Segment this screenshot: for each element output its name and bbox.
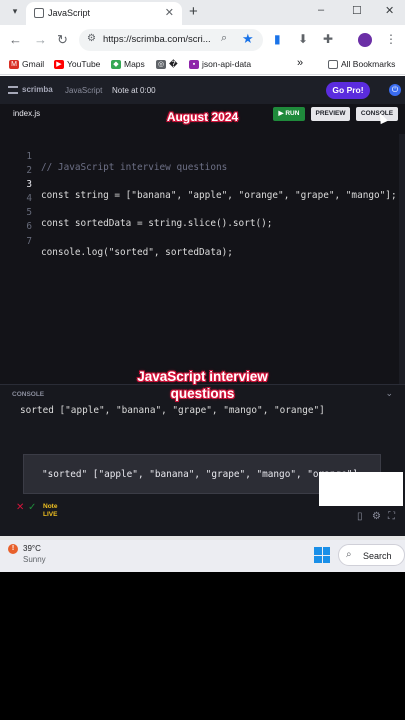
extension-icon[interactable]: ▮: [274, 32, 281, 46]
live-label: LIVE: [43, 511, 58, 518]
globe-icon: ◎: [156, 60, 166, 69]
search-icon: ⌕: [346, 549, 352, 560]
bookmark-label: Gmail: [22, 59, 45, 69]
zoom-icon[interactable]: ⌕: [221, 32, 227, 45]
more-bookmarks-icon[interactable]: »: [297, 57, 303, 69]
tab-strip: ▾ JavaScript ✕ + – ☐ ✕: [0, 0, 405, 25]
power-icon[interactable]: ⏻: [389, 84, 401, 96]
scrimba-app: scrimba JavaScript Note at 0:00 Go Pro! …: [0, 76, 405, 536]
weather-temperature[interactable]: 39°C: [23, 544, 41, 553]
scrimba-logo[interactable]: scrimba: [8, 85, 53, 94]
code-line: 4: [0, 182, 405, 204]
close-icon[interactable]: ✕: [16, 502, 24, 513]
maps-icon: ◆: [111, 59, 121, 69]
video-overlay-title-line-1: JavaScript interview: [137, 369, 268, 384]
code-text: console.log("sorted", sortedData);: [41, 247, 233, 258]
bookmark-label: YouTube: [67, 59, 101, 69]
code-line: 5 const sortedData = string.slice().sort…: [0, 196, 405, 229]
extensions-puzzle-icon[interactable]: ✚: [323, 32, 333, 46]
browser-tab[interactable]: JavaScript ✕: [26, 2, 182, 25]
video-overlay-date: August 2024: [166, 110, 239, 124]
bookmark-icon: ▪: [189, 59, 199, 69]
windows-taskbar: ! 39°C Sunny ⌕ Search: [0, 540, 405, 572]
maximize-button[interactable]: ☐: [352, 4, 362, 17]
check-icon[interactable]: ✓: [28, 502, 36, 513]
gear-icon[interactable]: ⚙: [372, 511, 381, 522]
tab-search-icon[interactable]: ▾: [9, 5, 21, 17]
bookmark-star-icon[interactable]: ★: [242, 31, 254, 47]
bookmark-globe[interactable]: ◎ �: [156, 59, 178, 70]
new-tab-button[interactable]: +: [189, 3, 198, 20]
line-number: 7: [26, 236, 32, 247]
bookmarks-bar: M Gmail ▶ YouTube ◆ Maps ◎ � ▪ json-api-…: [0, 55, 405, 75]
bookmark-label: Maps: [124, 59, 145, 69]
code-line: 3 const string = ["banana", "apple", "or…: [0, 168, 405, 201]
scrimba-logo-icon: [8, 85, 18, 94]
all-bookmarks[interactable]: All Bookmarks: [328, 59, 395, 69]
tab-title: JavaScript: [48, 8, 91, 18]
bookmark-label: json-api-data: [202, 59, 252, 69]
screen: ▾ JavaScript ✕ + – ☐ ✕ ← → ↻ ⚙ https://s…: [0, 0, 405, 572]
close-window-button[interactable]: ✕: [385, 4, 394, 17]
fullscreen-icon[interactable]: ⛶: [388, 511, 395, 522]
address-bar[interactable]: ⚙ https://scrimba.com/scri... ⌕ ★: [79, 29, 263, 51]
app-topbar: scrimba JavaScript Note at 0:00 Go Pro! …: [0, 76, 405, 104]
youtube-icon: ▶: [54, 59, 64, 69]
forward-button[interactable]: →: [34, 32, 47, 47]
note-label: Note: [43, 503, 58, 510]
taskbar-search[interactable]: ⌕ Search: [338, 544, 405, 566]
bookmark-json-api-data[interactable]: ▪ json-api-data: [189, 59, 251, 69]
menu-kebab-icon[interactable]: ⋮: [385, 32, 397, 46]
bookmark-icon[interactable]: ▯: [357, 511, 363, 522]
note-live-badge[interactable]: Note LIVE: [43, 503, 57, 519]
download-icon[interactable]: ⬇: [298, 32, 308, 46]
all-bookmarks-label: All Bookmarks: [341, 59, 396, 69]
code-editor[interactable]: 1 // JavaScript interview questions 2 3 …: [0, 134, 405, 384]
bookmark-label: �: [169, 59, 178, 69]
go-pro-button[interactable]: Go Pro!: [326, 82, 370, 99]
bookmark-gmail[interactable]: M Gmail: [9, 59, 44, 69]
tab-favicon-icon: [34, 8, 44, 18]
profile-avatar[interactable]: [358, 33, 372, 47]
console-output: sorted ["apple", "banana", "grape", "man…: [20, 405, 325, 416]
breadcrumb-course[interactable]: JavaScript: [65, 86, 102, 95]
search-label: Search: [363, 551, 392, 561]
site-info-icon[interactable]: ⚙: [87, 33, 96, 44]
minimize-button[interactable]: –: [318, 4, 324, 16]
editor-scrollbar[interactable]: [399, 134, 405, 384]
brand-name: scrimba: [22, 85, 53, 94]
weather-condition[interactable]: Sunny: [23, 555, 46, 564]
back-button[interactable]: ←: [9, 32, 22, 47]
reload-button[interactable]: ↻: [57, 32, 68, 48]
folder-icon: [328, 59, 338, 69]
code-line: 1 // JavaScript interview questions: [0, 140, 405, 173]
code-line: 7 console.log("sorted", sortedData);: [0, 225, 405, 258]
browser-toolbar: ← → ↻ ⚙ https://scrimba.com/scri... ⌕ ★ …: [0, 25, 405, 55]
windows-start-icon[interactable]: [314, 547, 330, 563]
popup-output-text: "sorted" ["apple", "banana", "grape", "m…: [42, 469, 359, 480]
code-line: 6: [0, 210, 405, 232]
video-overlay-title-line-2: questions: [170, 386, 235, 401]
video-overlay-title: JavaScript interview questions: [0, 368, 405, 402]
url-text[interactable]: https://scrimba.com/scri...: [103, 34, 213, 45]
code-line: 2: [0, 154, 405, 176]
tab-close-icon[interactable]: ✕: [165, 6, 174, 19]
breadcrumb-note[interactable]: Note at 0:00: [112, 86, 156, 95]
gmail-icon: M: [9, 59, 19, 69]
app-bottombar: ✕ ✓ Note LIVE ▯ ⚙ ⛶: [0, 500, 405, 536]
bookmark-maps[interactable]: ◆ Maps: [111, 59, 145, 69]
bookmark-youtube[interactable]: ▶ YouTube: [54, 59, 100, 69]
weather-alert-icon[interactable]: !: [8, 544, 18, 554]
